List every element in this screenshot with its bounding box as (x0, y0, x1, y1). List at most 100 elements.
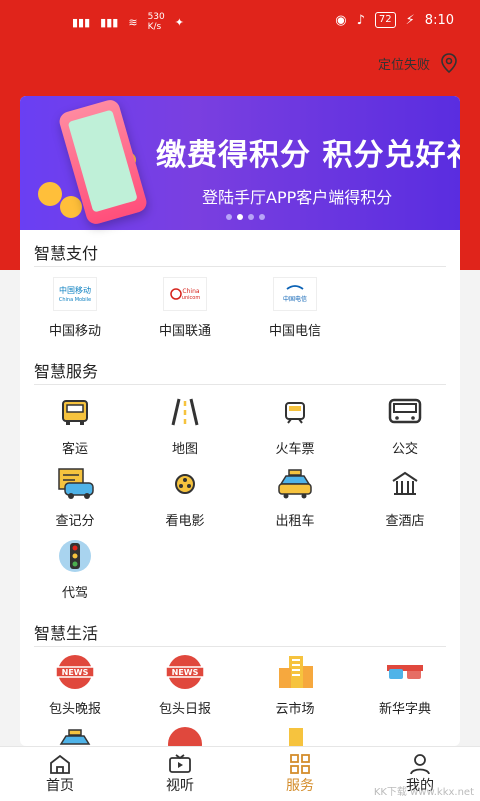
pagination-dot-active[interactable] (237, 214, 243, 220)
notification-icon: ✦ (174, 15, 184, 29)
item-label: 中国联通 (158, 324, 211, 339)
item-label: 云市场 (275, 702, 315, 717)
china-unicom-logo: China unicom (163, 277, 207, 311)
mute-icon: ♪ (356, 12, 365, 28)
service-item-taxi[interactable]: 出租车 (240, 466, 350, 529)
battery-level: 72 (374, 12, 396, 28)
divider (34, 384, 446, 385)
life-item-partial[interactable] (240, 726, 350, 746)
3d-glasses-icon (387, 665, 423, 679)
service-item-city-bus[interactable]: 公交 (350, 394, 460, 457)
item-label: 客运 (61, 442, 88, 457)
hotel-icon (392, 471, 418, 495)
svg-text:unicom: unicom (182, 295, 201, 301)
coin-icon (38, 182, 62, 206)
traffic-light-icon (59, 540, 91, 572)
bottom-tab-bar: 首页 视听 服务 我的 KK下载 www.kkx.net (0, 746, 480, 801)
life-item-xinhua-dictionary[interactable]: 新华字典 (350, 654, 460, 717)
tab-label: 服务 (286, 778, 314, 794)
banner-subtitle: 登陆手厅APP客户端得积分 (202, 188, 393, 207)
svg-text:中国移动: 中国移动 (59, 285, 91, 295)
item-label: 公交 (391, 442, 418, 457)
market-building-icon (279, 656, 313, 688)
eye-icon: ◉ (335, 12, 347, 28)
life-item-cloud-market[interactable]: 云市场 (240, 654, 350, 717)
service-item-points[interactable]: 查记分 (20, 466, 130, 529)
item-label: 新华字典 (378, 702, 431, 717)
banner-pagination[interactable] (226, 214, 265, 220)
signal-icon: ▮▮▮ (72, 15, 91, 29)
tab-services[interactable]: 服务 (240, 747, 360, 801)
china-telecom-logo: 中国电信 (273, 277, 317, 311)
service-item-coach[interactable]: 客运 (20, 394, 130, 457)
location-button[interactable]: 定位失败 (378, 52, 460, 74)
life-item-baotou-daily[interactable]: NEWS 包头日报 (130, 654, 240, 717)
location-pin-icon (441, 53, 457, 74)
life-item-baotou-evening-news[interactable]: NEWS 包头晚报 (20, 654, 130, 717)
city-bus-icon (388, 398, 422, 424)
service-item-map[interactable]: 地图 (130, 394, 240, 457)
payment-item-china-telecom[interactable]: 中国电信 中国电信 (240, 276, 350, 339)
wifi-icon: ≋ (128, 15, 138, 29)
item-label: 查记分 (55, 514, 95, 529)
news-badge-icon: NEWS (165, 655, 205, 689)
tab-label: 首页 (46, 778, 74, 794)
tab-label: 视听 (166, 778, 194, 794)
tab-av[interactable]: 视听 (120, 747, 240, 801)
svg-text:NEWS: NEWS (62, 668, 89, 677)
coach-bus-icon (62, 400, 88, 425)
pagination-dot[interactable] (259, 214, 265, 220)
road-map-icon (171, 398, 199, 426)
service-item-movie[interactable]: 看电影 (130, 466, 240, 529)
signal-icon-2: ▮▮▮ (100, 15, 119, 29)
main-card: 缴费得积分 积分兑好礼 登陆手厅APP客户端得积分 智慧支付 中国移动 China… (20, 96, 460, 746)
service-item-hotel[interactable]: 查酒店 (350, 466, 460, 529)
tab-home[interactable]: 首页 (0, 747, 120, 801)
pagination-dot[interactable] (248, 214, 254, 220)
svg-text:NEWS: NEWS (172, 668, 199, 677)
divider (34, 266, 446, 267)
payment-item-china-unicom[interactable]: China unicom 中国联通 (130, 276, 240, 339)
taxi-icon (278, 469, 312, 499)
divider (34, 646, 446, 647)
svg-text:中国电信: 中国电信 (283, 295, 307, 303)
banner-title: 缴费得积分 积分兑好礼 (156, 138, 460, 173)
item-label: 中国移动 (48, 324, 101, 339)
status-left: ▮▮▮ ▮▮▮ ≋ 530 K/s ✦ (72, 12, 184, 32)
svg-text:China: China (182, 288, 199, 295)
promo-banner[interactable]: 缴费得积分 积分兑好礼 登陆手厅APP客户端得积分 (20, 96, 460, 230)
user-icon (410, 754, 430, 775)
section-title-payment: 智慧支付 (34, 244, 99, 263)
payment-item-china-mobile[interactable]: 中国移动 China Mobile 中国移动 (20, 276, 130, 339)
news-badge-icon: NEWS (55, 655, 95, 689)
charging-icon: ⚡ (405, 12, 415, 28)
status-right: ◉ ♪ 72 ⚡ 8:10 (335, 12, 454, 28)
location-text: 定位失败 (377, 57, 430, 73)
item-label: 看电影 (165, 514, 205, 529)
tv-icon (169, 754, 191, 773)
news-badge-icon (168, 727, 202, 746)
item-label: 地图 (171, 442, 198, 457)
network-speed: 530 K/s (147, 12, 165, 32)
clock: 8:10 (424, 12, 454, 28)
section-title-services: 智慧服务 (34, 362, 99, 381)
home-icon (50, 754, 70, 774)
service-item-train[interactable]: 火车票 (240, 394, 350, 457)
market-building-icon (289, 728, 303, 746)
car-record-icon (58, 468, 94, 499)
status-bar: ▮▮▮ ▮▮▮ ≋ 530 K/s ✦ ◉ ♪ 72 ⚡ 8:10 (0, 0, 480, 40)
item-label: 中国电信 (268, 324, 321, 339)
china-mobile-logo: 中国移动 China Mobile (53, 277, 97, 311)
watermark: KK下载 www.kkx.net (373, 787, 474, 798)
life-item-partial[interactable] (20, 726, 130, 746)
life-item-partial[interactable] (130, 726, 240, 746)
item-label: 包头晚报 (48, 702, 101, 717)
svg-text:China Mobile: China Mobile (59, 297, 91, 303)
coin-icon (60, 196, 82, 218)
pagination-dot[interactable] (226, 214, 232, 220)
item-label: 包头日报 (158, 702, 211, 717)
item-label: 火车票 (275, 442, 315, 457)
service-item-designated-driver[interactable]: 代驾 (20, 538, 130, 601)
grid-icon (290, 754, 310, 774)
item-label: 查酒店 (385, 514, 425, 529)
